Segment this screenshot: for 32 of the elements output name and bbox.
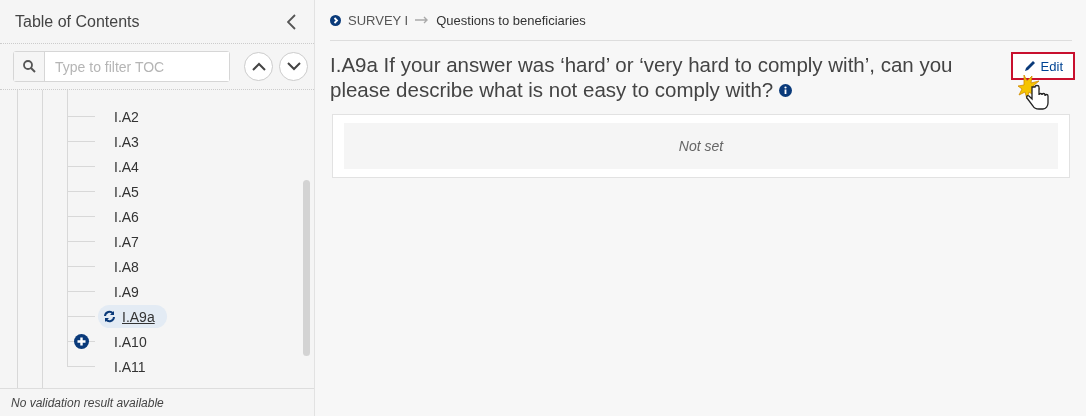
hand-cursor-icon [1018,73,1052,113]
toc-item[interactable]: I.A10 [114,330,147,353]
toc-item[interactable]: I.A4 [114,155,139,178]
edit-button[interactable]: Edit [1010,52,1075,80]
breadcrumb-link[interactable]: SURVEY I [348,12,409,28]
expand-plus-icon[interactable] [74,334,89,349]
chevron-up-icon [251,62,266,71]
answer-value: Not set [344,123,1058,169]
breadcrumb-current: Questions to beneficiaries [436,12,586,28]
sidebar-title: Table of Contents [15,12,140,31]
refresh-icon [103,310,116,323]
filter-field[interactable]: Type to filter TOC [13,51,230,82]
toc-item[interactable]: I.A9a [98,305,167,328]
previous-button[interactable] [244,52,273,81]
collapse-chevron-icon[interactable] [287,13,296,30]
scrollbar-thumb[interactable] [303,180,310,356]
toc-item[interactable]: I.A7 [114,230,139,253]
toc-item[interactable]: I.A3 [114,130,139,153]
search-icon [22,60,36,73]
toc-item[interactable]: I.A6 [114,205,139,228]
toc-item[interactable]: I.A11 [114,355,146,378]
validation-status: No validation result available [0,388,314,416]
toc-item[interactable]: I.A2 [114,105,139,128]
chevron-down-icon [286,62,301,71]
toc-item[interactable]: I.A8 [114,255,139,278]
question-title: I.A9a If your answer was ‘hard’ or ‘very hard to comply with’, can you please describe what is not easy to comply with? [330,52,954,102]
arrow-icon [415,16,430,24]
info-icon[interactable] [778,84,792,97]
toc-item[interactable]: I.A9 [114,280,139,303]
next-button[interactable] [279,52,308,81]
chevron-circle-icon [330,14,341,26]
toc-item[interactable]: I.A5 [114,180,139,203]
